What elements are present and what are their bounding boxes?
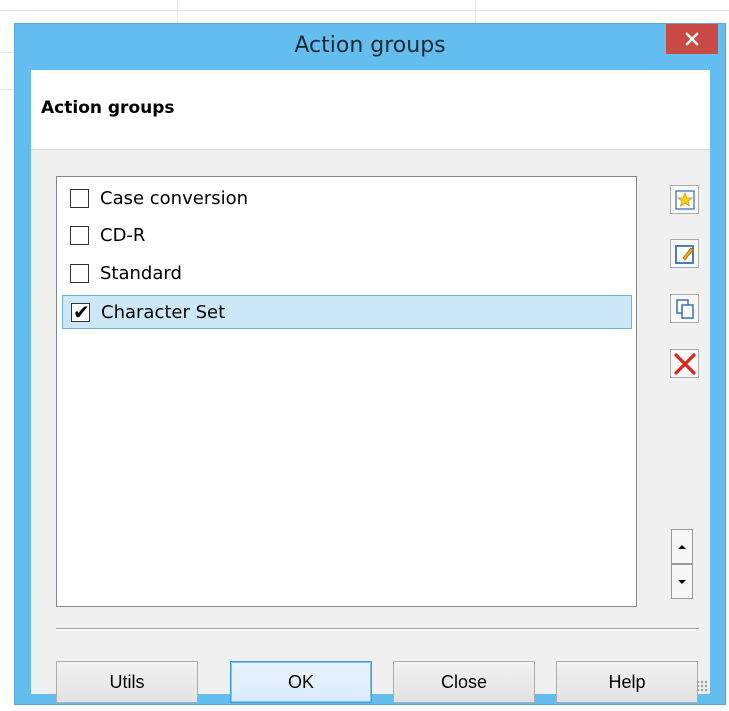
header-band: Action groups: [31, 70, 710, 150]
close-window-button[interactable]: [666, 24, 718, 54]
action-groups-dialog: Action groups Action groups Case convers…: [14, 23, 726, 705]
list-item-label: Case conversion: [100, 188, 249, 209]
checkbox-checked[interactable]: ✔: [71, 300, 90, 324]
background-gridline: [475, 0, 476, 23]
move-up-icon: [678, 544, 686, 549]
background-gridline: [177, 0, 178, 23]
move-up-button[interactable]: [671, 529, 693, 564]
new-group-button[interactable]: [670, 185, 699, 214]
list-item-label: Character Set: [101, 302, 226, 323]
page-title: Action groups: [41, 98, 175, 118]
checkbox[interactable]: [70, 226, 89, 245]
title-bar[interactable]: Action groups: [15, 24, 725, 70]
list-item-label: CD-R: [100, 225, 146, 246]
close-button[interactable]: Close: [393, 661, 535, 703]
checkbox[interactable]: [70, 189, 89, 208]
checkmark-icon: ✔: [73, 300, 90, 324]
delete-group-button[interactable]: [670, 349, 699, 378]
list-item-label: Standard: [100, 263, 182, 284]
close-icon: [685, 32, 699, 46]
list-item[interactable]: Case conversion: [62, 182, 632, 216]
copy-group-button[interactable]: [670, 294, 699, 323]
new-star-icon: [674, 189, 695, 210]
checkbox[interactable]: [70, 264, 89, 283]
window-title: Action groups: [294, 33, 446, 58]
resize-grip-icon[interactable]: [696, 680, 708, 692]
move-down-button[interactable]: [671, 564, 693, 599]
action-groups-list[interactable]: Case conversion CD-R Standard ✔ Characte…: [56, 176, 637, 607]
dialog-client-area: Action groups Case conversion CD-R Stand…: [31, 70, 710, 703]
list-item[interactable]: Standard: [62, 257, 632, 291]
copy-icon: [675, 298, 694, 319]
delete-icon: [673, 352, 696, 375]
list-item[interactable]: CD-R: [62, 219, 632, 253]
edit-group-button[interactable]: [670, 239, 699, 268]
list-item-selected[interactable]: ✔ Character Set: [62, 295, 632, 329]
utils-button[interactable]: Utils: [56, 661, 198, 703]
help-button[interactable]: Help: [556, 661, 698, 703]
move-down-icon: [678, 579, 686, 584]
separator: [56, 628, 699, 630]
edit-icon: [674, 244, 694, 264]
background-gridline: [0, 10, 729, 11]
ok-button[interactable]: OK: [230, 661, 372, 703]
